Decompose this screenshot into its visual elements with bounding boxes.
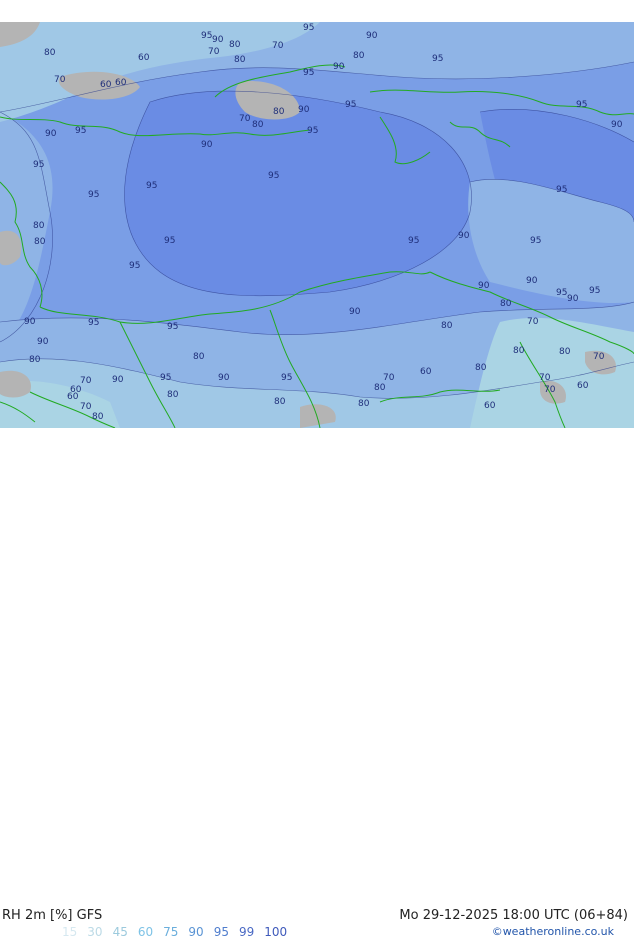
contour-label: 90 (298, 105, 310, 115)
legend-value: 75 (163, 925, 179, 939)
contour-label: 95 (268, 171, 279, 181)
contour-label: 60 (115, 78, 127, 88)
contour-label: 80 (92, 412, 104, 422)
contour-label: 80 (33, 221, 45, 231)
contour-label: 80 (34, 237, 46, 247)
contour-label: 90 (349, 307, 361, 317)
contour-label: 90 (478, 281, 490, 291)
contour-label: 90 (333, 62, 345, 72)
legend-value: 99 (238, 925, 255, 939)
contour-label: 90 (218, 373, 230, 383)
contour-label: 95 (88, 190, 99, 200)
contour-label: 90 (567, 294, 579, 304)
contour-label: 90 (37, 337, 49, 347)
contour-label: 60 (70, 385, 82, 395)
contour-label: 70 (239, 114, 251, 124)
contour-label: 70 (527, 317, 539, 327)
contour-label: 95 (146, 181, 157, 191)
contour-label: 80 (29, 355, 41, 365)
contour-label: 80 (252, 120, 264, 130)
contour-label: 80 (513, 346, 525, 356)
contour-label: 70 (208, 47, 220, 57)
contour-label: 80 (475, 363, 487, 373)
contour-label: 95 (408, 236, 419, 246)
contour-label: 80 (167, 390, 179, 400)
contour-label: 90 (45, 129, 57, 139)
contour-label: 95 (164, 236, 175, 246)
contour-label: 70 (272, 41, 284, 51)
contour-label: 95 (432, 54, 443, 64)
contour-label: 95 (88, 318, 99, 328)
contour-label: 70 (80, 376, 92, 386)
contour-label: 80 (229, 40, 241, 50)
contour-label: 60 (484, 401, 496, 411)
contour-label: 95 (576, 100, 587, 110)
contour-label: 90 (458, 231, 470, 241)
contour-label: 80 (358, 399, 370, 409)
contour-label: 70 (544, 385, 556, 395)
contour-label: 95 (160, 373, 171, 383)
contour-label: 95 (307, 126, 318, 136)
valid-time: Mo 29-12-2025 18:00 UTC (06+84) (399, 908, 628, 923)
legend-value: 95 (213, 925, 229, 939)
contour-label: 70 (539, 373, 551, 383)
contour-label: 90 (366, 31, 378, 41)
color-legend: 15 30 45 60 75 90 95 99 100 (62, 925, 297, 939)
contour-label: 90 (24, 317, 36, 327)
contour-label: 80 (274, 397, 286, 407)
contour-label: 95 (33, 160, 44, 170)
contour-label: 95 (530, 236, 541, 246)
rh-map: 95 90 80 70 80 60 70 80 60 70 60 95 90 9… (0, 22, 634, 428)
contour-label: 60 (420, 367, 432, 377)
legend-value: 100 (264, 925, 288, 939)
contour-label: 80 (193, 352, 205, 362)
weather-map-frame: 95 90 80 70 80 60 70 80 60 70 60 95 90 9… (0, 0, 634, 939)
contour-label: 95 (303, 23, 314, 33)
contour-label: 60 (138, 53, 150, 63)
contour-label: 80 (234, 55, 246, 65)
contour-label: 60 (577, 381, 589, 391)
contour-label: 90 (212, 35, 224, 45)
contour-label: 95 (556, 185, 567, 195)
contour-label: 80 (44, 48, 56, 58)
contour-label: 95 (303, 68, 314, 78)
map-footer: RH 2m [%] GFS Mo 29-12-2025 18:00 UTC (0… (0, 450, 634, 939)
contour-label: 90 (611, 120, 623, 130)
contour-label: 90 (201, 140, 213, 150)
legend-value: 90 (188, 925, 204, 939)
contour-label: 60 (100, 80, 112, 90)
contour-label: 80 (559, 347, 571, 357)
legend-value: 60 (137, 925, 154, 939)
legend-value: 30 (87, 925, 103, 939)
contour-label: 95 (556, 288, 567, 298)
contour-label: 90 (526, 276, 538, 286)
contour-label: 70 (80, 402, 92, 412)
contour-label: 70 (593, 352, 605, 362)
contour-label: 95 (281, 373, 292, 383)
contour-label: 80 (374, 383, 386, 393)
contour-label: 70 (383, 373, 395, 383)
contour-label: 80 (353, 51, 365, 61)
contour-label: 70 (54, 75, 66, 85)
map-title: RH 2m [%] GFS (2, 908, 103, 923)
contour-label: 95 (129, 261, 140, 271)
contour-label: 95 (345, 100, 356, 110)
contour-label: 80 (441, 321, 453, 331)
contour-label: 95 (201, 31, 212, 41)
contour-label: 95 (167, 322, 178, 332)
site-credit-link[interactable]: ©weatheronline.co.uk (492, 925, 614, 938)
contour-label: 90 (112, 375, 124, 385)
contour-label: 80 (500, 299, 512, 309)
contour-label: 80 (273, 107, 285, 117)
contour-label: 95 (75, 126, 86, 136)
contour-label: 95 (589, 286, 600, 296)
legend-value: 15 (62, 925, 78, 939)
legend-value: 45 (112, 925, 128, 939)
